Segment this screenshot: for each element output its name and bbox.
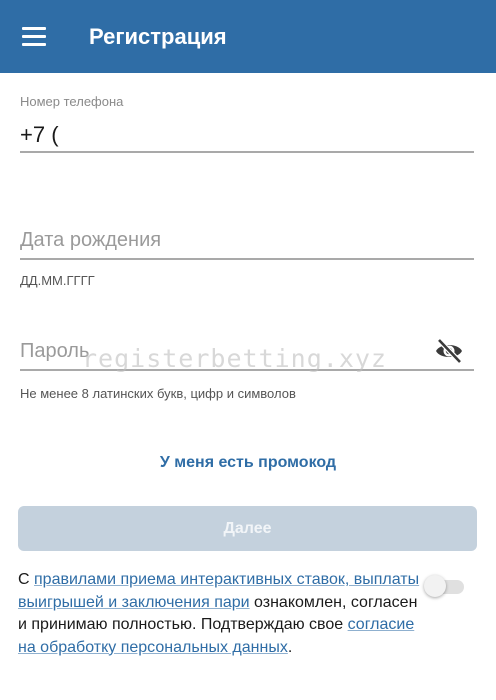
page-title: Регистрация [89, 24, 227, 49]
promo-code-link[interactable]: У меня есть промокод [0, 454, 496, 472]
password-input[interactable] [20, 333, 474, 371]
app-bar: Регистрация [0, 0, 496, 73]
consent-suffix: . [287, 638, 293, 656]
birth-date-hint: ДД.ММ.ГГГГ [20, 273, 95, 288]
birth-date-input[interactable] [20, 222, 474, 260]
consent-text: С правилами приема интерактивных ставок,… [18, 569, 428, 659]
phone-input[interactable] [20, 119, 474, 153]
consent-prefix: С [18, 571, 34, 588]
password-hint: Не менее 8 латинских букв, цифр и символ… [20, 386, 296, 401]
consent-toggle[interactable] [424, 574, 466, 598]
hamburger-menu-icon[interactable] [22, 27, 46, 46]
next-button[interactable]: Далее [18, 506, 477, 551]
toggle-thumb [424, 575, 446, 597]
eye-off-icon[interactable] [434, 338, 464, 364]
phone-label: Номер телефона [20, 94, 124, 109]
